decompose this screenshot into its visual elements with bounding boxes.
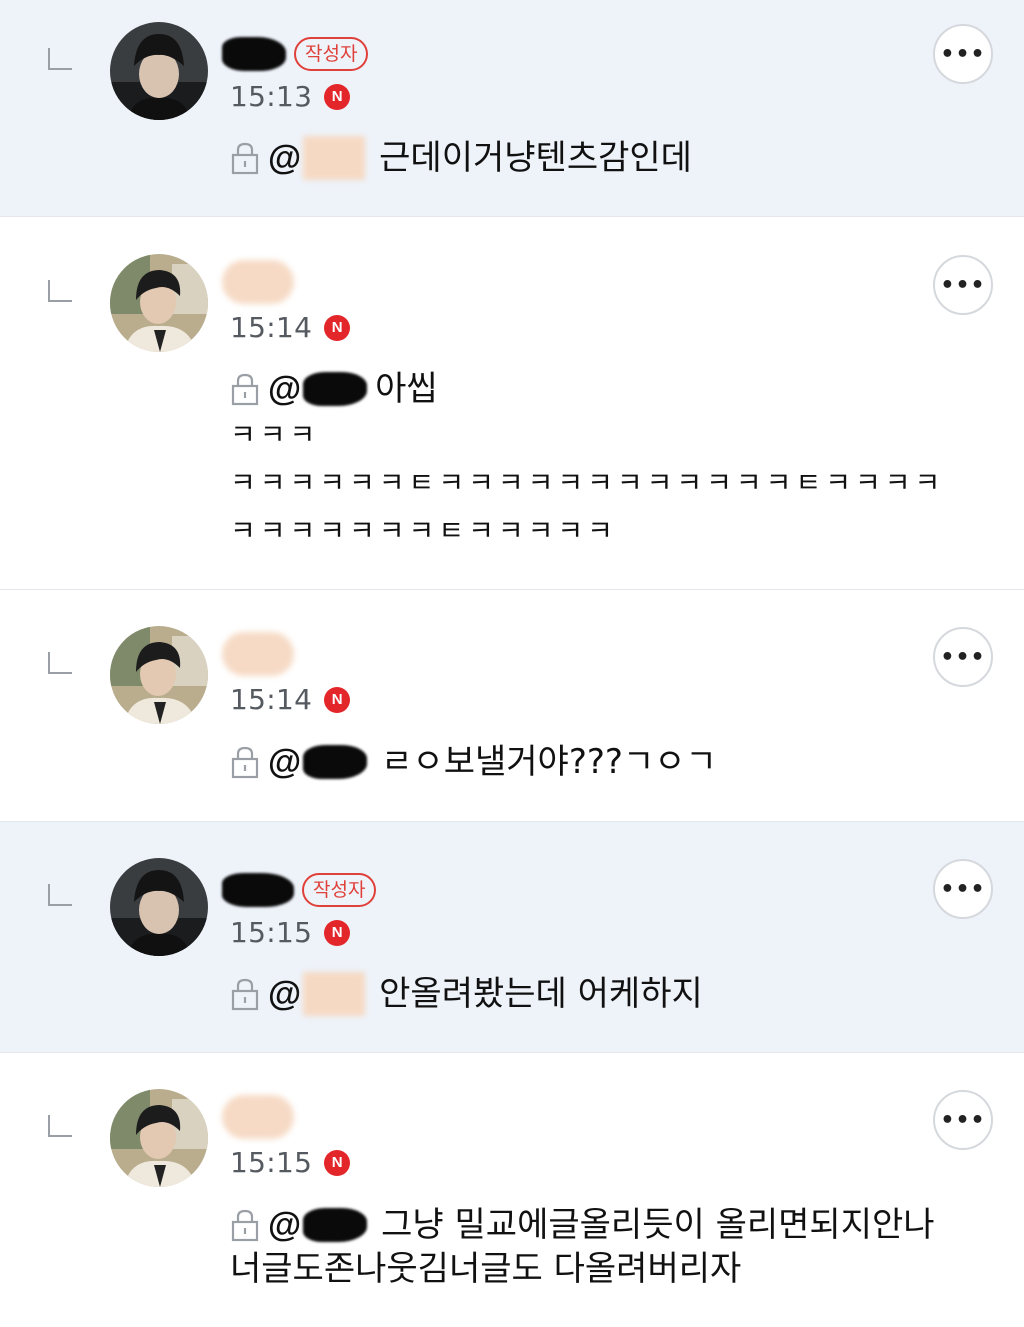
comment-body: @ 아씹 ㅋㅋㅋ ㅋㅋㅋㅋㅋㅋㅌㅋㅋㅋㅋㅋㅋㅋㅋㅋㅋㅋㅋㅌㅋㅋㅋㅋ ㅋㅋㅋㅋㅋㅋ… xyxy=(230,367,984,555)
lock-icon xyxy=(231,746,259,779)
lock-icon xyxy=(231,978,259,1011)
comment-text: ㅋㅋㅋㅋㅋㅋㅌㅋㅋㅋㅋㅋㅋㅋㅋㅋㅋㅋㅋㅌㅋㅋㅋㅋ xyxy=(230,466,945,499)
nickname-redacted[interactable] xyxy=(222,260,294,304)
comment-text: 아씹 xyxy=(375,369,438,409)
nickname-redacted[interactable] xyxy=(222,873,294,907)
comment-body: @ 그냥 밀교에글올리듯이 올리면되지안나 너글도존나웃김너글도 다올려버리자 xyxy=(230,1203,984,1291)
comment-body: @ 안올려봤는데 어케하지 xyxy=(230,972,984,1016)
mention-redacted[interactable] xyxy=(303,1208,368,1242)
lock-icon xyxy=(231,1209,259,1242)
avatar[interactable] xyxy=(110,254,208,352)
author-row xyxy=(222,1095,294,1139)
nickname-redacted[interactable] xyxy=(222,1095,294,1139)
reply-indicator-icon xyxy=(48,652,72,674)
meta-row: 15:15 N xyxy=(230,1146,351,1179)
n-new-badge-icon: N xyxy=(324,686,351,713)
n-new-badge-icon: N xyxy=(324,314,351,341)
meta-row: 15:14 N xyxy=(230,311,351,344)
comment-text: ㄹㅇ보낼거야???ㄱㅇㄱ xyxy=(381,742,717,782)
mention-redacted[interactable] xyxy=(303,136,366,180)
mention-at[interactable]: @ xyxy=(268,136,301,180)
comment-body: @ 근데이거냥텐츠감인데 xyxy=(230,136,984,180)
author-badge: 작성자 xyxy=(294,37,369,71)
n-new-badge-icon: N xyxy=(324,919,351,946)
comment-item: 작성자 15:13 N ••• @ 근데이거냥텐츠감인데 xyxy=(0,0,1024,217)
reply-indicator-icon xyxy=(48,280,72,302)
comment-time: 15:14 xyxy=(230,311,313,344)
author-row xyxy=(222,260,294,304)
n-new-badge-icon: N xyxy=(324,83,351,110)
comment-text: ㅋㅋㅋ xyxy=(230,418,320,451)
comment-time: 15:13 xyxy=(230,80,313,113)
mention-at[interactable]: @ xyxy=(268,367,301,411)
comment-text: ㅋㅋㅋㅋㅋㅋㅋㅌㅋㅋㅋㅋㅋ xyxy=(230,514,617,547)
comment-text: 너글도존나웃김너글도 다올려버리자 xyxy=(230,1249,742,1289)
author-row: 작성자 xyxy=(222,34,369,74)
mention-at[interactable]: @ xyxy=(268,1203,301,1247)
meta-row: 15:13 N xyxy=(230,80,351,113)
author-row xyxy=(222,632,294,676)
lock-icon xyxy=(231,373,259,406)
reply-indicator-icon xyxy=(48,884,72,906)
more-options-button[interactable]: ••• xyxy=(933,627,993,687)
avatar[interactable] xyxy=(110,858,208,956)
avatar[interactable] xyxy=(110,1089,208,1187)
comment-body: @ ㄹㅇ보낼거야???ㄱㅇㄱ xyxy=(230,740,984,784)
more-options-button[interactable]: ••• xyxy=(933,859,993,919)
lock-icon xyxy=(231,142,259,175)
comment-time: 15:15 xyxy=(230,916,313,949)
mention-redacted[interactable] xyxy=(303,972,366,1016)
more-options-button[interactable]: ••• xyxy=(933,24,993,84)
more-options-button[interactable]: ••• xyxy=(933,255,993,315)
comment-item: 작성자 15:15 N ••• @ 안올려봤는데 어케하지 xyxy=(0,822,1024,1053)
comment-text: 그냥 밀교에글올리듯이 올리면되지안나 xyxy=(381,1205,935,1245)
avatar[interactable] xyxy=(110,22,208,120)
comment-text: 근데이거냥텐츠감인데 xyxy=(379,138,692,178)
more-options-button[interactable]: ••• xyxy=(933,1090,993,1150)
comment-item: 15:15 N ••• @ 그냥 밀교에글올리듯이 올리면되지안나 너글도존나웃… xyxy=(0,1053,1024,1327)
author-row: 작성자 xyxy=(222,870,377,910)
comment-item: 15:14 N ••• @ 아씹 ㅋㅋㅋ ㅋㅋㅋㅋㅋㅋㅌㅋㅋㅋㅋㅋㅋㅋㅋㅋㅋㅋㅋ… xyxy=(0,217,1024,590)
n-new-badge-icon: N xyxy=(324,1149,351,1176)
mention-at[interactable]: @ xyxy=(268,740,301,784)
mention-at[interactable]: @ xyxy=(268,972,301,1016)
reply-indicator-icon xyxy=(48,48,72,70)
mention-redacted[interactable] xyxy=(303,745,368,779)
nickname-redacted[interactable] xyxy=(222,37,286,71)
meta-row: 15:15 N xyxy=(230,916,351,949)
mention-redacted[interactable] xyxy=(303,372,368,406)
comment-time: 15:14 xyxy=(230,683,313,716)
comment-time: 15:15 xyxy=(230,1146,313,1179)
comment-text: 안올려봤는데 어케하지 xyxy=(379,974,703,1014)
meta-row: 15:14 N xyxy=(230,683,351,716)
reply-indicator-icon xyxy=(48,1115,72,1137)
nickname-redacted[interactable] xyxy=(222,632,294,676)
comment-item: 15:14 N ••• @ ㄹㅇ보낼거야???ㄱㅇㄱ xyxy=(0,590,1024,822)
avatar[interactable] xyxy=(110,626,208,724)
author-badge: 작성자 xyxy=(302,873,377,907)
